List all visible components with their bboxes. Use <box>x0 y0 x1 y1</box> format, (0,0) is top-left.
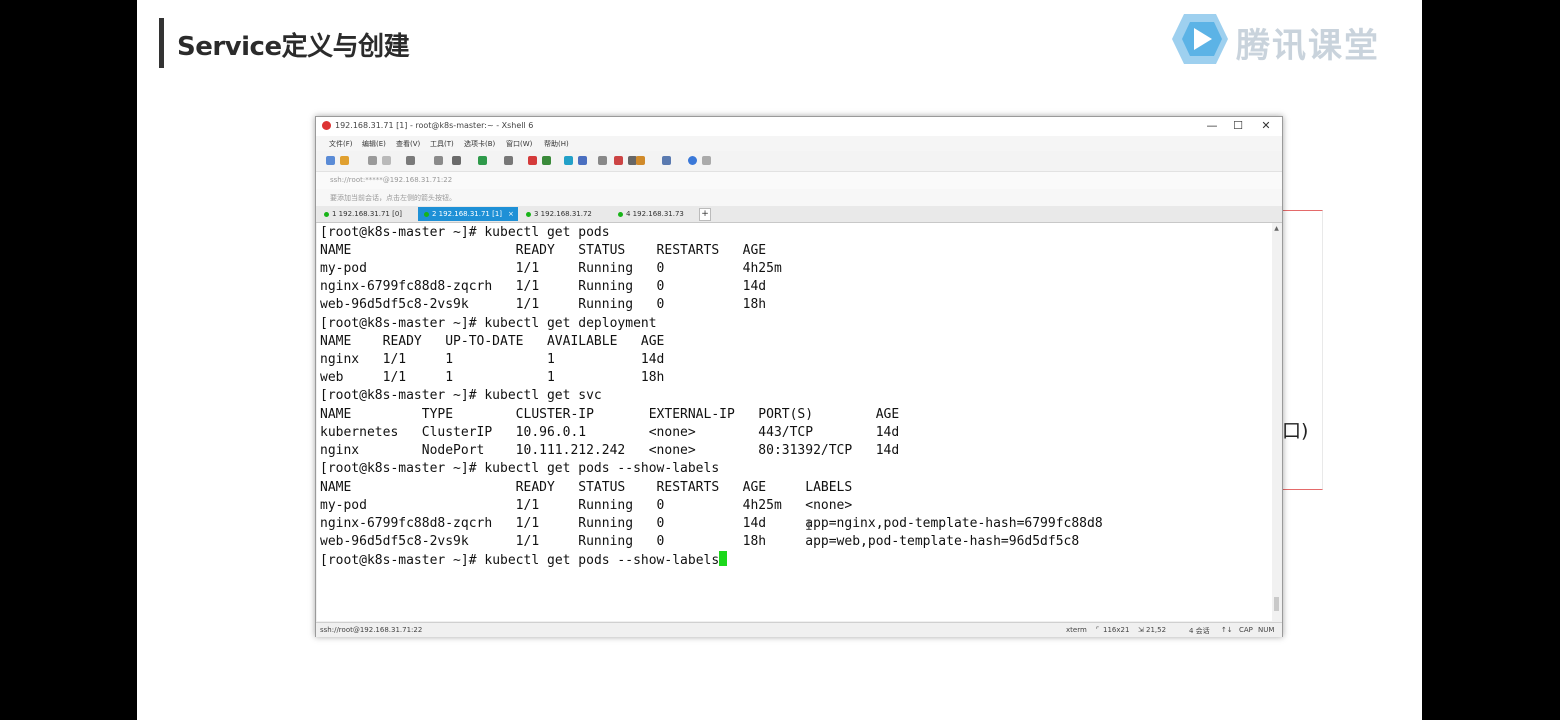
open-folder-icon[interactable] <box>340 156 349 165</box>
close-button[interactable]: ✕ <box>1255 119 1277 132</box>
layout-icon[interactable] <box>578 156 587 165</box>
scroll-up-arrow-icon[interactable]: ▲ <box>1272 225 1281 232</box>
xshell-window: 192.168.31.71 [1] - root@k8s-master:~ - … <box>315 116 1283 637</box>
tab-session-3[interactable]: 3 192.168.31.72 <box>520 207 610 221</box>
terminal-scrollbar[interactable]: ▲ <box>1272 223 1281 621</box>
terminal-line: kubernetes ClusterIP 10.96.0.1 <none> 44… <box>320 425 900 440</box>
status-num: NUM <box>1258 626 1275 634</box>
menu-help[interactable]: 帮助(H) <box>544 139 569 149</box>
status-cursor-pos-icon: ⇲ <box>1138 626 1144 634</box>
tab-session-2[interactable]: 2 192.168.31.71 [1] × <box>418 207 518 221</box>
maximize-button[interactable]: ☐ <box>1227 119 1249 132</box>
fullscreen-icon[interactable] <box>564 156 573 165</box>
connected-dot-icon <box>324 211 329 217</box>
transfer-icon[interactable] <box>542 156 551 165</box>
terminal-input-line[interactable]: [root@k8s-master ~]# kubectl get pods --… <box>320 551 728 569</box>
tab-session-1[interactable]: 1 192.168.31.71 [0] <box>318 207 416 221</box>
new-session-icon[interactable] <box>326 156 335 165</box>
compose-icon[interactable] <box>636 156 645 165</box>
background-callout-box <box>1277 210 1323 490</box>
notice-text: 要添加当前会话，点击左侧的箭头按钮。 <box>330 194 456 202</box>
status-upload-icon: ↑↓ <box>1221 626 1233 634</box>
xshell-app-icon <box>322 121 331 130</box>
disconnect-icon[interactable] <box>382 156 391 165</box>
connected-dot-icon <box>618 211 623 217</box>
menu-view[interactable]: 查看(V) <box>396 139 420 149</box>
reconnect-icon[interactable] <box>368 156 377 165</box>
status-caps: CAP <box>1239 626 1253 634</box>
tile-icon[interactable] <box>662 156 671 165</box>
command-input[interactable]: kubectl get pods --show-labels <box>484 553 719 568</box>
background-text-fragment: 口) <box>1282 420 1309 442</box>
shell-prompt: [root@k8s-master ~]# <box>320 553 485 568</box>
slide-title: Service定义与创建 <box>177 32 410 62</box>
menu-bar: 文件(F) 编辑(E) 查看(V) 工具(T) 选项卡(B) 窗口(W) 帮助(… <box>316 136 1282 151</box>
terminal-line: my-pod 1/1 Running 0 4h25m <box>320 261 782 276</box>
lock-icon[interactable] <box>598 156 607 165</box>
terminal-line: web 1/1 1 1 18h <box>320 370 665 385</box>
terminal-line: my-pod 1/1 Running 0 4h25m <none> <box>320 498 853 513</box>
terminal-line: [root@k8s-master ~]# kubectl get pods --… <box>320 461 720 476</box>
status-window-size-icon: ⌜ <box>1096 626 1100 634</box>
terminal-line: NAME READY UP-TO-DATE AVAILABLE AGE <box>320 334 665 349</box>
session-notice-bar: 要添加当前会话，点击左侧的箭头按钮。 <box>316 189 1282 207</box>
menu-tools[interactable]: 工具(T) <box>430 139 454 149</box>
terminal-line: NAME TYPE CLUSTER-IP EXTERNAL-IP PORT(S)… <box>320 407 900 422</box>
help-icon[interactable] <box>688 156 697 165</box>
terminal-line: nginx 1/1 1 1 14d <box>320 352 665 367</box>
terminal-line: web-96d5df5c8-2vs9k 1/1 Running 0 18h <box>320 297 767 312</box>
tab-session-4[interactable]: 4 192.168.31.73 <box>612 207 698 221</box>
terminal-line: nginx NodePort 10.111.212.242 <none> 80:… <box>320 443 900 458</box>
terminal-line: web-96d5df5c8-2vs9k 1/1 Running 0 18h ap… <box>320 534 1080 549</box>
menu-window[interactable]: 窗口(W) <box>506 139 532 149</box>
terminal-line: NAME READY STATUS RESTARTS AGE <box>320 243 767 258</box>
scrollbar-thumb[interactable] <box>1274 597 1279 611</box>
properties-icon[interactable] <box>406 156 415 165</box>
connected-dot-icon <box>424 211 429 217</box>
address-value: ssh://root:*****@192.168.31.71:22 <box>330 176 453 184</box>
menu-edit[interactable]: 编辑(E) <box>362 139 386 149</box>
status-bar: ssh://root@192.168.31.71:22 xterm ⌜ 116x… <box>316 622 1282 637</box>
status-terminal-type: xterm <box>1066 626 1087 634</box>
print-icon[interactable] <box>452 156 461 165</box>
xftp-icon[interactable] <box>528 156 537 165</box>
minimize-button[interactable]: — <box>1201 119 1223 132</box>
status-window-size: 116x21 <box>1103 626 1130 634</box>
terminal-line: nginx-6799fc88d8-zqcrh 1/1 Running 0 14d… <box>320 516 1103 531</box>
new-tab-button[interactable]: + <box>699 208 711 221</box>
status-cursor-pos: 21,52 <box>1146 626 1167 634</box>
title-accent-bar <box>159 18 164 68</box>
chat-icon[interactable] <box>702 156 711 165</box>
globe-icon[interactable] <box>478 156 487 165</box>
logo-text: 腾讯课堂 <box>1236 26 1380 66</box>
mouse-ibeam-icon: I <box>805 519 813 534</box>
connected-dot-icon <box>526 211 531 217</box>
play-logo-icon <box>1172 14 1228 64</box>
tab-close-icon[interactable]: × <box>508 207 514 221</box>
terminal-line: [root@k8s-master ~]# kubectl get svc <box>320 388 602 403</box>
title-bar: 192.168.31.71 [1] - root@k8s-master:~ - … <box>316 117 1282 136</box>
window-title: 192.168.31.71 [1] - root@k8s-master:~ - … <box>335 121 534 130</box>
terminal-line: [root@k8s-master ~]# kubectl get deploym… <box>320 316 657 331</box>
menu-file[interactable]: 文件(F) <box>329 139 353 149</box>
text-cursor <box>719 551 728 566</box>
status-sessions: 4 会话 <box>1189 627 1210 635</box>
status-connection: ssh://root@192.168.31.71:22 <box>320 626 423 634</box>
terminal-line: NAME READY STATUS RESTARTS AGE LABELS <box>320 480 853 495</box>
terminal-line: [root@k8s-master ~]# kubectl get pods <box>320 225 610 240</box>
script-icon[interactable] <box>614 156 623 165</box>
find-icon[interactable] <box>434 156 443 165</box>
terminal-line: nginx-6799fc88d8-zqcrh 1/1 Running 0 14d <box>320 279 767 294</box>
toolbar <box>316 151 1282 172</box>
font-icon[interactable] <box>504 156 513 165</box>
session-tab-bar: 1 192.168.31.71 [0] 2 192.168.31.71 [1] ×… <box>316 206 1282 223</box>
address-bar[interactable]: ssh://root:*****@192.168.31.71:22 <box>316 172 1282 190</box>
tencent-classroom-logo: 腾讯课堂 <box>1170 12 1390 68</box>
menu-tabs[interactable]: 选项卡(B) <box>464 139 495 149</box>
terminal-area[interactable]: [root@k8s-master ~]# kubectl get pods NA… <box>317 223 1272 621</box>
